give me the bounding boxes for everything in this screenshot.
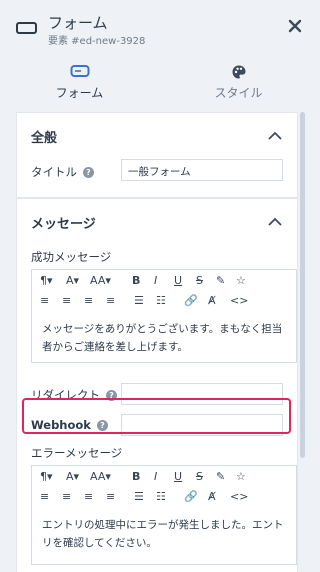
settings-scroll-area: 全般 タイトル? 一般フォーム メッセージ 成功メッセージ ¶▾ A▾ AA▾ … xyxy=(16,110,298,572)
underline-button[interactable]: U xyxy=(174,470,182,483)
numbered-list-icon[interactable]: ☷ xyxy=(156,490,166,503)
align-justify-icon[interactable]: ≡ xyxy=(106,294,115,307)
link-icon[interactable]: 🔗 xyxy=(184,490,198,503)
tab-style[interactable]: スタイル xyxy=(159,52,318,108)
help-icon[interactable]: ? xyxy=(83,167,94,178)
element-id: 要素 #ed-new-3928 xyxy=(48,36,146,47)
messages-section-title: メッセージ xyxy=(31,217,96,232)
bold-button[interactable]: B xyxy=(132,470,140,483)
success-message-text[interactable]: メッセージをありがとうございます。まもなく担当者からご連絡を差し上げます。 xyxy=(42,320,286,356)
code-icon[interactable]: <> xyxy=(230,294,248,307)
strikethrough-button[interactable]: S xyxy=(196,470,203,483)
paragraph-format-button[interactable]: ¶▾ xyxy=(40,274,53,287)
align-center-icon[interactable]: ≡ xyxy=(62,490,71,503)
font-color-button[interactable]: A▾ xyxy=(66,274,79,287)
italic-button[interactable]: I xyxy=(154,470,157,483)
numbered-list-icon[interactable]: ☷ xyxy=(156,294,166,307)
underline-button[interactable]: U xyxy=(174,274,182,287)
chevron-up-icon[interactable] xyxy=(267,131,283,141)
bullet-list-icon[interactable]: ☰ xyxy=(134,294,144,307)
align-center-icon[interactable]: ≡ xyxy=(62,294,71,307)
error-message-editor[interactable]: ¶▾ A▾ AA▾ B I U S ✎ ☆ ≡ ≡ ≡ ≡ ☰ ☷ 🔗 Ⱥ <> xyxy=(31,465,297,565)
brush-icon[interactable]: ✎ xyxy=(216,470,225,483)
panel-title: フォーム xyxy=(48,14,108,32)
tab-bar: フォーム スタイル xyxy=(0,52,319,108)
font-size-button[interactable]: AA▾ xyxy=(90,274,111,287)
error-message-label: エラーメッセージ xyxy=(31,446,123,460)
success-message-editor[interactable]: ¶▾ A▾ AA▾ B I U S ✎ ☆ ≡ ≡ ≡ ≡ ☰ ☷ 🔗 Ⱥ <> xyxy=(31,269,297,363)
webhook-highlight xyxy=(22,398,291,434)
link-icon[interactable]: 🔗 xyxy=(184,294,198,307)
align-justify-icon[interactable]: ≡ xyxy=(106,490,115,503)
chevron-up-icon[interactable] xyxy=(267,217,283,227)
panel-header: フォーム 要素 #ed-new-3928 xyxy=(0,0,319,52)
code-icon[interactable]: <> xyxy=(230,490,248,503)
clear-format-icon[interactable]: Ⱥ xyxy=(208,490,216,503)
form-icon xyxy=(70,65,89,77)
font-color-button[interactable]: A▾ xyxy=(66,470,79,483)
tab-form[interactable]: フォーム xyxy=(0,52,159,108)
align-right-icon[interactable]: ≡ xyxy=(84,490,93,503)
title-label-text: タイトル xyxy=(31,165,77,179)
bold-button[interactable]: B xyxy=(132,274,140,287)
messages-section: メッセージ 成功メッセージ ¶▾ A▾ AA▾ B I U S ✎ ☆ ≡ ≡ … xyxy=(16,198,298,572)
align-left-icon[interactable]: ≡ xyxy=(40,490,49,503)
close-icon[interactable] xyxy=(287,18,303,34)
align-right-icon[interactable]: ≡ xyxy=(84,294,93,307)
success-message-label: 成功メッセージ xyxy=(31,250,112,264)
error-message-text[interactable]: エントリの処理中にエラーが発生しました。エントリを確認してください。 xyxy=(42,516,286,552)
clear-format-icon[interactable]: Ⱥ xyxy=(208,294,216,307)
title-field-label: タイトル? xyxy=(31,164,94,180)
font-size-button[interactable]: AA▾ xyxy=(90,470,111,483)
tab-form-label: フォーム xyxy=(55,86,104,100)
italic-button[interactable]: I xyxy=(154,274,157,287)
general-section: 全般 タイトル? 一般フォーム xyxy=(16,112,298,198)
palette-icon xyxy=(232,65,245,79)
general-section-title: 全般 xyxy=(31,131,58,146)
form-element-icon xyxy=(16,22,37,34)
brush-icon[interactable]: ✎ xyxy=(216,274,225,287)
star-icon[interactable]: ☆ xyxy=(236,274,246,287)
align-left-icon[interactable]: ≡ xyxy=(40,294,49,307)
paragraph-format-button[interactable]: ¶▾ xyxy=(40,470,53,483)
bullet-list-icon[interactable]: ☰ xyxy=(134,490,144,503)
scrollbar[interactable] xyxy=(300,112,305,458)
tab-style-label: スタイル xyxy=(214,86,263,100)
strikethrough-button[interactable]: S xyxy=(196,274,203,287)
title-input[interactable]: 一般フォーム xyxy=(121,159,283,181)
star-icon[interactable]: ☆ xyxy=(236,470,246,483)
